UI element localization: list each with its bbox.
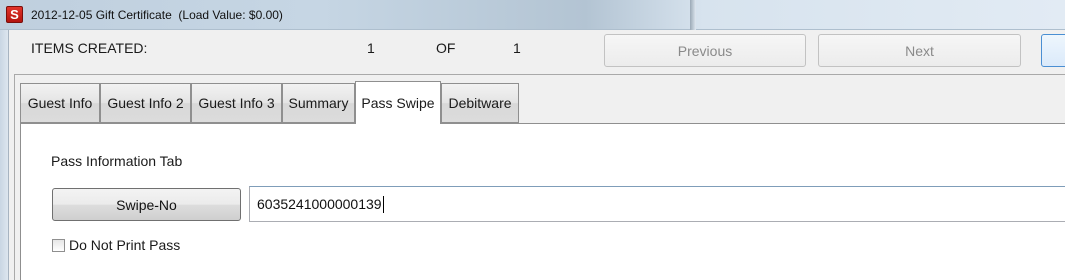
text-caret — [382, 195, 384, 213]
current-item-count: 1 — [367, 40, 375, 56]
swipe-no-button[interactable]: Swipe-No — [52, 188, 241, 221]
action-button[interactable] — [1041, 34, 1065, 67]
tab-debitware[interactable]: Debitware — [441, 83, 519, 123]
tab-guest-info-2[interactable]: Guest Info 2 — [100, 83, 191, 123]
tab-summary[interactable]: Summary — [282, 83, 355, 123]
section-title: Pass Information Tab — [51, 153, 183, 169]
items-created-label: ITEMS CREATED: — [31, 40, 148, 56]
tab-guest-info-3[interactable]: Guest Info 3 — [191, 83, 282, 123]
next-button[interactable]: Next — [818, 34, 1021, 67]
tab-pass-swipe[interactable]: Pass Swipe — [355, 81, 441, 124]
previous-button[interactable]: Previous — [604, 34, 806, 67]
do-not-print-checkbox[interactable] — [52, 239, 65, 252]
window-title: 2012-12-05 Gift Certificate (Load Value:… — [31, 8, 283, 22]
of-label: OF — [436, 40, 456, 56]
total-item-count: 1 — [513, 40, 521, 56]
swipe-number-input[interactable]: 6035241000000139 — [249, 186, 1065, 222]
swipe-number-value: 6035241000000139 — [257, 196, 382, 212]
app-icon[interactable]: S — [6, 6, 23, 23]
do-not-print-label[interactable]: Do Not Print Pass — [69, 237, 180, 253]
tab-guest-info[interactable]: Guest Info — [20, 83, 100, 123]
window-frame — [0, 30, 9, 280]
